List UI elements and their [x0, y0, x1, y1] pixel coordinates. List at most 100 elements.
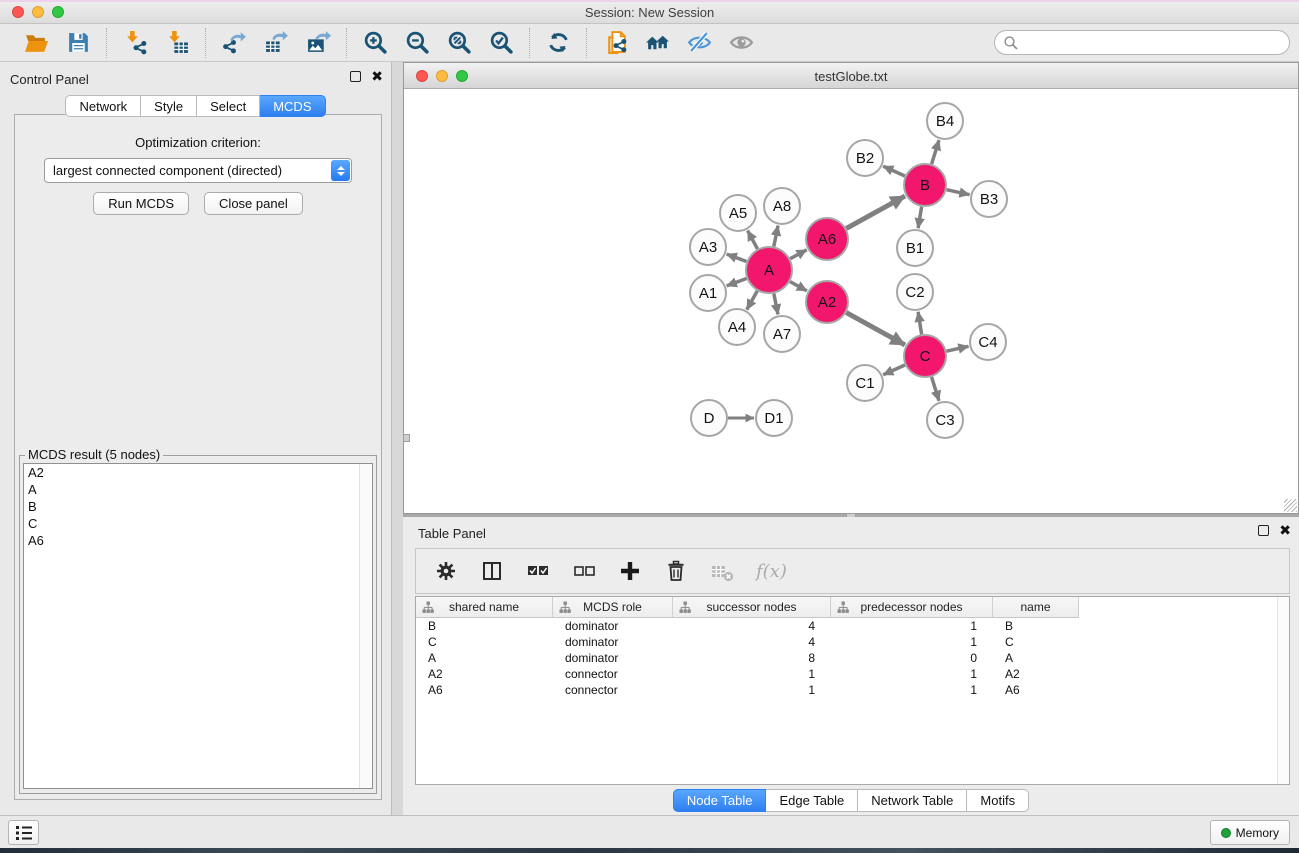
run-mcds-button[interactable]: Run MCDS	[93, 192, 189, 215]
show-all-button[interactable]	[727, 29, 755, 57]
search-input[interactable]	[1019, 33, 1289, 53]
tab-node-table[interactable]: Node Table	[673, 789, 767, 812]
edge-A-A6[interactable]	[790, 250, 807, 259]
close-table-panel-icon[interactable]: ✖	[1279, 525, 1291, 536]
node-A1[interactable]: A1	[690, 275, 726, 311]
edge-A-A2[interactable]	[790, 282, 807, 291]
export-network-button[interactable]	[220, 29, 248, 57]
network-graph[interactable]: A A1 A2 A3 A4 A5 A6 A7 A8 B B1 B2 B3 B4 C C1 C2 C3 C4 D D1	[404, 90, 1298, 513]
node-D[interactable]: D	[691, 400, 727, 436]
table-row[interactable]: A2connector11A2	[416, 666, 1289, 682]
edge-A-A5[interactable]	[748, 231, 758, 249]
window-resize-grip[interactable]	[1284, 499, 1297, 512]
column-header-predecessor-nodes[interactable]: predecessor nodes	[831, 597, 993, 618]
open-file-button[interactable]	[22, 29, 50, 57]
memory-button[interactable]: Memory	[1210, 820, 1290, 845]
edge-A-A3[interactable]	[727, 254, 747, 261]
first-neighbors-button[interactable]	[643, 29, 671, 57]
node-C3[interactable]: C3	[927, 402, 963, 438]
add-column-button[interactable]	[618, 559, 642, 583]
result-list-item[interactable]: B	[24, 498, 372, 515]
table-row[interactable]: Bdominator41B	[416, 618, 1289, 634]
node-A5[interactable]: A5	[720, 195, 756, 231]
node-table[interactable]: shared nameMCDS rolesuccessor nodesprede…	[415, 596, 1290, 785]
refresh-layout-button[interactable]	[544, 29, 572, 57]
node-B[interactable]: B	[904, 164, 946, 206]
import-table-button[interactable]	[163, 29, 191, 57]
node-D1[interactable]: D1	[756, 400, 792, 436]
import-network-button[interactable]	[121, 29, 149, 57]
toggle-columns-button[interactable]	[480, 559, 504, 583]
select-all-columns-button[interactable]	[526, 559, 550, 583]
node-B1[interactable]: B1	[897, 230, 933, 266]
result-list-item[interactable]: A6	[24, 532, 372, 549]
tab-edge-table[interactable]: Edge Table	[766, 789, 858, 812]
search-box[interactable]	[994, 30, 1290, 55]
float-panel-icon[interactable]	[350, 71, 361, 82]
table-row[interactable]: Adominator80A	[416, 650, 1289, 666]
node-C[interactable]: C	[904, 335, 946, 377]
edge-A6-B[interactable]	[846, 196, 905, 228]
node-A2[interactable]: A2	[806, 281, 848, 323]
edge-A-A7[interactable]	[774, 294, 778, 315]
node-B2[interactable]: B2	[847, 140, 883, 176]
node-A6[interactable]: A6	[806, 218, 848, 260]
edge-B-B1[interactable]	[918, 207, 922, 229]
table-settings-button[interactable]	[434, 559, 458, 583]
node-B3[interactable]: B3	[971, 181, 1007, 217]
node-A4[interactable]: A4	[719, 309, 755, 345]
result-list-item[interactable]: A	[24, 481, 372, 498]
column-header-successor-nodes[interactable]: successor nodes	[673, 597, 831, 618]
tab-select[interactable]: Select	[197, 95, 260, 117]
tab-network-table[interactable]: Network Table	[858, 789, 967, 812]
node-A3[interactable]: A3	[690, 229, 726, 265]
export-image-button[interactable]	[304, 29, 332, 57]
node-A7[interactable]: A7	[764, 316, 800, 352]
hide-selected-button[interactable]	[685, 29, 713, 57]
column-header-name[interactable]: name	[993, 597, 1079, 618]
unselect-all-columns-button[interactable]	[572, 559, 596, 583]
node-C1[interactable]: C1	[847, 365, 883, 401]
edge-C-C3[interactable]	[932, 377, 939, 401]
column-header-MCDS-role[interactable]: MCDS role	[553, 597, 673, 618]
save-session-button[interactable]	[64, 29, 92, 57]
result-list-item[interactable]: A2	[24, 464, 372, 481]
edge-C-C2[interactable]	[918, 312, 922, 335]
result-list-scrollbar[interactable]	[359, 464, 372, 788]
export-table-button[interactable]	[262, 29, 290, 57]
mcds-result-list[interactable]: A2ABCA6	[23, 463, 373, 789]
edge-B-B4[interactable]	[932, 140, 939, 164]
table-row[interactable]: Cdominator41C	[416, 634, 1289, 650]
criterion-select[interactable]: largest connected component (directed)	[44, 158, 352, 183]
tab-motifs[interactable]: Motifs	[967, 789, 1029, 812]
task-history-button[interactable]	[8, 820, 39, 845]
float-table-panel-icon[interactable]	[1258, 525, 1269, 536]
table-row[interactable]: A6connector11A6	[416, 682, 1289, 698]
node-C4[interactable]: C4	[970, 324, 1006, 360]
edge-B-B2[interactable]	[883, 166, 905, 176]
node-C2[interactable]: C2	[897, 274, 933, 310]
zoom-fit-button[interactable]	[445, 29, 473, 57]
zoom-in-button[interactable]	[361, 29, 389, 57]
zoom-selected-button[interactable]	[487, 29, 515, 57]
edge-A2-C[interactable]	[846, 313, 905, 345]
edge-C-C1[interactable]	[883, 365, 905, 375]
edge-A-A8[interactable]	[774, 226, 778, 247]
zoom-out-button[interactable]	[403, 29, 431, 57]
tab-style[interactable]: Style	[141, 95, 197, 117]
result-list-item[interactable]: C	[24, 515, 372, 532]
column-header-shared-name[interactable]: shared name	[416, 597, 553, 618]
network-window-titlebar[interactable]: testGlobe.txt	[404, 63, 1298, 89]
node-A8[interactable]: A8	[764, 188, 800, 224]
edge-A-A1[interactable]	[727, 279, 747, 286]
node-A[interactable]: A	[746, 247, 792, 293]
close-panel-icon[interactable]: ✖	[371, 71, 383, 82]
edge-B-B3[interactable]	[947, 190, 970, 195]
tab-network[interactable]: Network	[65, 95, 141, 117]
node-B4[interactable]: B4	[927, 103, 963, 139]
clone-network-button[interactable]	[601, 29, 629, 57]
splitter-grip-vertical[interactable]	[403, 434, 410, 442]
table-scrollbar[interactable]	[1277, 597, 1289, 784]
edge-C-C4[interactable]	[947, 346, 969, 351]
network-canvas[interactable]: A A1 A2 A3 A4 A5 A6 A7 A8 B B1 B2 B3 B4 C C1 C2 C3 C4 D D1	[404, 90, 1298, 513]
